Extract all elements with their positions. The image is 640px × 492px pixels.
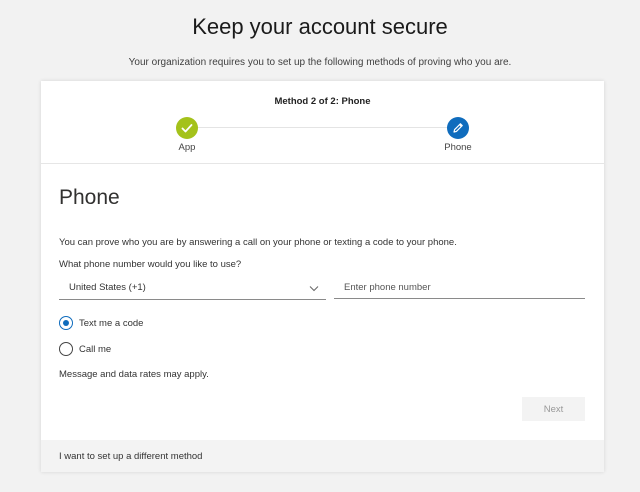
card-footer: I want to set up a different method: [41, 440, 604, 472]
setup-card: Method 2 of 2: Phone App Phone Phone You…: [41, 81, 604, 472]
country-code-value: United States (+1): [69, 282, 146, 293]
phone-number-input[interactable]: [334, 277, 585, 299]
text-me-option[interactable]: Text me a code: [59, 315, 143, 331]
text-me-label: Text me a code: [79, 317, 144, 329]
next-button[interactable]: Next: [522, 397, 585, 421]
pencil-icon: [447, 117, 469, 139]
page-title: Keep your account secure: [192, 14, 448, 39]
radio-text-me[interactable]: [59, 316, 73, 330]
step-heading: Method 2 of 2: Phone: [274, 96, 371, 107]
step-app-label: App: [178, 142, 196, 153]
section-title: Phone: [59, 186, 120, 209]
different-method-link[interactable]: I want to set up a different method: [59, 451, 202, 462]
country-code-select[interactable]: United States (+1): [59, 277, 326, 300]
rates-note: Message and data rates may apply.: [59, 369, 209, 380]
page-subtitle: Your organization requires you to set up…: [128, 57, 512, 68]
phone-question: What phone number would you like to use?: [59, 259, 242, 270]
step-progress-line: [198, 127, 452, 128]
method-stepper: Method 2 of 2: Phone App Phone: [41, 81, 604, 164]
checkmark-icon: [176, 117, 198, 139]
step-phone-label: Phone: [444, 142, 472, 153]
method-description: You can prove who you are by answering a…: [59, 237, 457, 248]
call-me-option[interactable]: Call me: [59, 341, 111, 357]
call-me-label: Call me: [79, 343, 112, 355]
radio-call-me[interactable]: [59, 342, 73, 356]
chevron-down-icon: [309, 286, 319, 292]
